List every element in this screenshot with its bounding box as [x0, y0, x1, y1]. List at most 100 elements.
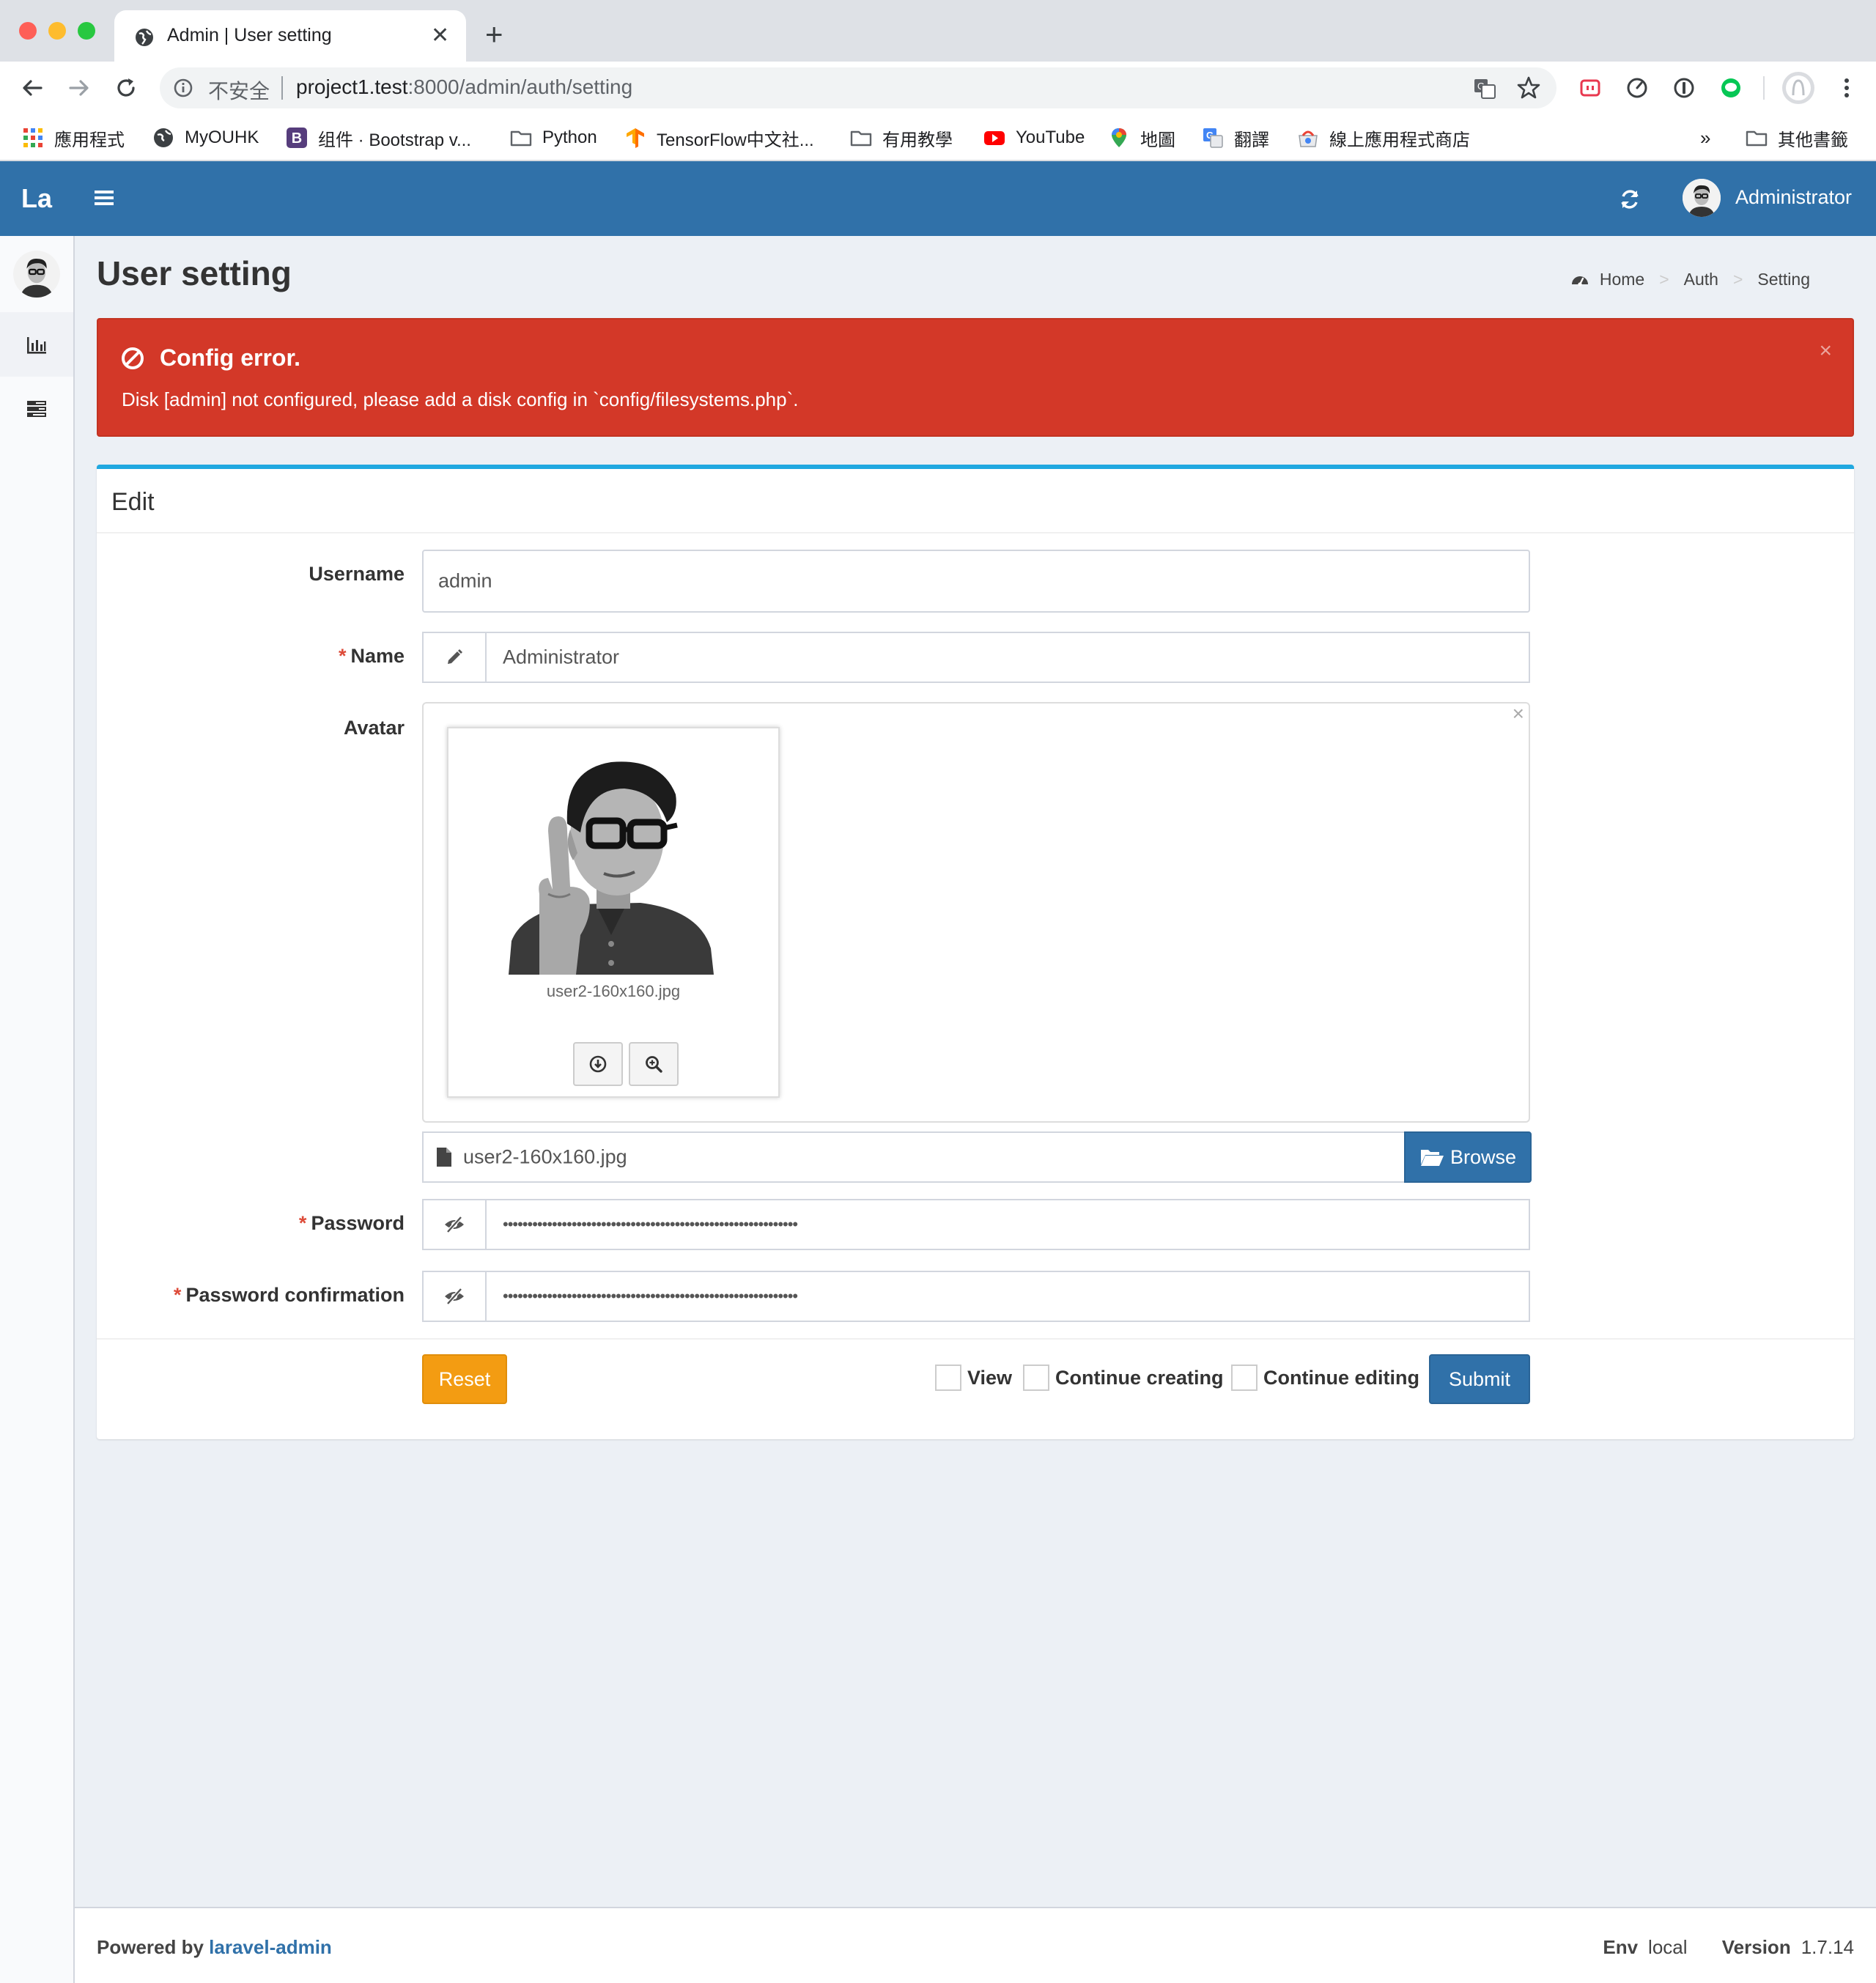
folder-open-icon — [1420, 1150, 1444, 1166]
avatar-download-button[interactable] — [573, 1042, 623, 1086]
sidebar — [0, 236, 75, 1983]
required-mark: * — [298, 1212, 307, 1234]
bookmark-other[interactable]: 其他書籤 — [1746, 123, 1848, 152]
password-field[interactable]: ••••••••••••••••••••••••••••••••••••••••… — [422, 1199, 1530, 1250]
menu-icon[interactable] — [92, 186, 116, 210]
avatar-file-input[interactable]: user2-160x160.jpg — [422, 1131, 1406, 1183]
bookmark-label: Python — [542, 128, 597, 147]
checkbox-box[interactable] — [1231, 1365, 1258, 1391]
password-value: ••••••••••••••••••••••••••••••••••••••••… — [503, 1215, 798, 1233]
insecure-label: 不安全 — [208, 80, 270, 103]
browser-tab-active[interactable]: Admin | User setting ✕ — [114, 10, 466, 62]
username-field[interactable]: admin — [422, 550, 1530, 613]
password-confirm-label: * Password confirmation — [97, 1284, 405, 1307]
bookmark-apps[interactable]: 應用程式 — [22, 123, 125, 152]
refresh-icon[interactable] — [1618, 188, 1642, 211]
eye-slash-icon — [445, 1288, 464, 1305]
window-zoom-button[interactable] — [78, 22, 95, 40]
download-icon — [589, 1055, 607, 1073]
alert-close-icon[interactable]: × — [1819, 340, 1832, 362]
tensorflow-icon — [627, 128, 644, 148]
checkbox-box[interactable] — [935, 1365, 961, 1391]
name-field[interactable]: Administrator — [422, 632, 1530, 683]
powered-by-text: Powered by — [97, 1936, 204, 1958]
address-bar[interactable]: 不安全 project1.test:8000/admin/auth/settin… — [160, 67, 1556, 108]
bookmark-python[interactable]: Python — [510, 123, 597, 152]
browse-label: Browse — [1450, 1145, 1517, 1168]
bookmark-bootstrap[interactable]: B 组件 · Bootstrap v... — [286, 123, 471, 152]
address-separator — [281, 76, 283, 100]
toolbar-separator — [1763, 76, 1765, 100]
submit-button[interactable]: Submit — [1429, 1354, 1530, 1404]
avatar-preview-zone: × user2-160x160.jpg — [422, 702, 1530, 1123]
breadcrumb-home[interactable]: Home — [1600, 270, 1644, 289]
folder-icon — [1746, 130, 1768, 147]
webstore-icon — [1299, 130, 1318, 147]
required-mark: * — [338, 645, 347, 667]
password-confirm-field[interactable]: ••••••••••••••••••••••••••••••••••••••••… — [422, 1271, 1530, 1322]
pencil-icon — [448, 649, 462, 664]
url-text[interactable]: project1.test:8000/admin/auth/setting — [296, 75, 632, 99]
reset-button[interactable]: Reset — [422, 1354, 507, 1404]
continue-editing-checkbox[interactable]: Continue editing — [1231, 1365, 1419, 1391]
breadcrumb-auth[interactable]: Auth — [1684, 270, 1718, 289]
required-mark: * — [173, 1284, 182, 1306]
folder-icon — [850, 130, 872, 147]
bookmarks-bar: 應用程式 MyOUHK B 组件 · Bootstrap v... Python… — [0, 114, 1876, 161]
alert-title: Config error. — [120, 344, 300, 372]
laravel-admin-link[interactable]: laravel-admin — [209, 1936, 332, 1958]
star-icon[interactable] — [1514, 73, 1543, 103]
window-close-button[interactable] — [19, 22, 37, 40]
info-icon[interactable] — [173, 78, 193, 98]
bookmark-translate[interactable]: G 翻譯 — [1202, 123, 1269, 152]
browse-button[interactable]: Browse — [1404, 1131, 1532, 1183]
app-logo[interactable]: La — [0, 161, 73, 236]
bookmark-youtube[interactable]: YouTube — [983, 123, 1085, 152]
bookmark-webstore[interactable]: 線上應用程式商店 — [1297, 123, 1470, 152]
avatar-photo — [494, 743, 725, 975]
bookmarks-overflow-button[interactable]: » — [1700, 123, 1710, 152]
arrow-right-icon[interactable] — [66, 75, 92, 101]
name-value: Administrator — [503, 646, 620, 668]
sidebar-item-admin[interactable] — [0, 377, 73, 441]
breadcrumb-separator: > — [1659, 270, 1669, 289]
translate-icon: G — [1203, 128, 1223, 148]
bookmark-tensorflow[interactable]: TensorFlow中文社... — [624, 123, 814, 152]
avatar-thumbnail: user2-160x160.jpg — [447, 727, 780, 1098]
arrow-left-icon[interactable] — [19, 75, 45, 101]
more-vert-icon[interactable] — [1832, 73, 1861, 103]
continue-creating-checkbox[interactable]: Continue creating — [1023, 1365, 1224, 1391]
folder-icon — [510, 130, 532, 147]
header-user-name[interactable]: Administrator — [1735, 186, 1852, 209]
password-label: * Password — [97, 1212, 405, 1235]
user-avatar[interactable] — [1683, 179, 1721, 217]
speed-icon[interactable] — [1622, 73, 1652, 103]
breadcrumb-separator: > — [1732, 270, 1743, 289]
avatar-zoom-button[interactable] — [629, 1042, 679, 1086]
alert-message: Disk [admin] not configured, please add … — [122, 388, 799, 410]
file-icon — [437, 1148, 451, 1167]
line-extension-icon[interactable] — [1716, 73, 1746, 103]
name-addon — [424, 633, 487, 682]
extension-icon-red[interactable] — [1576, 73, 1605, 103]
bookmark-label: 有用教學 — [882, 130, 953, 150]
avatar-label: Avatar — [343, 717, 405, 739]
new-tab-button[interactable]: + — [485, 19, 503, 50]
bookmark-myouhk[interactable]: MyOUHK — [152, 123, 259, 152]
avatar-remove-icon[interactable]: × — [1513, 704, 1524, 724]
password-addon[interactable] — [424, 1200, 487, 1249]
window-minimize-button[interactable] — [48, 22, 66, 40]
sidebar-item-dashboard[interactable] — [0, 312, 73, 377]
view-checkbox[interactable]: View — [935, 1365, 1012, 1391]
translate-icon[interactable]: G — [1470, 73, 1499, 103]
tab-title: Admin | User setting — [167, 25, 332, 45]
box-title: Edit — [111, 488, 155, 516]
tab-close-icon[interactable]: ✕ — [431, 23, 449, 48]
reload-icon[interactable] — [113, 75, 139, 101]
password-confirm-addon[interactable] — [424, 1272, 487, 1321]
bookmark-tutorials[interactable]: 有用教學 — [850, 123, 953, 152]
password-manager-icon[interactable] — [1669, 73, 1699, 103]
profile-icon[interactable] — [1781, 70, 1816, 106]
checkbox-box[interactable] — [1023, 1365, 1049, 1391]
bookmark-maps[interactable]: 地圖 — [1108, 123, 1175, 152]
